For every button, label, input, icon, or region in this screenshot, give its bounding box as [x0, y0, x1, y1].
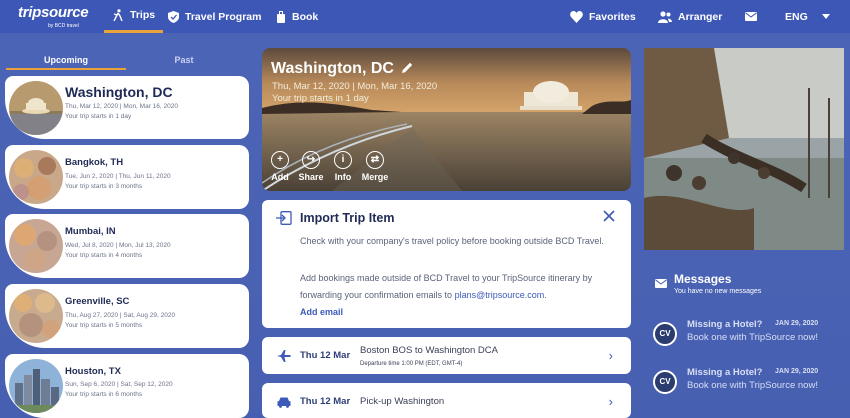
trip-dates: Wed, Jul 8, 2020 | Mon, Jul 13, 2020 [65, 242, 171, 249]
trip-image [9, 150, 63, 204]
message-item[interactable]: CV Missing a Hotel? JAN 29, 2020 Book on… [653, 367, 848, 397]
merge-button[interactable]: ⇄ Merge [357, 151, 393, 182]
chevron-right-icon: › [608, 394, 613, 409]
avatar: CV [653, 322, 677, 346]
trip-card-houston[interactable]: Houston, TX Sun, Sep 6, 2020 | Sat, Sep … [5, 354, 249, 418]
heart-icon [570, 10, 583, 23]
messages-title: Messages [674, 272, 732, 286]
pencil-icon[interactable] [402, 62, 413, 73]
chevron-right-icon: › [608, 348, 613, 363]
message-body: Book one with TripSource now! [687, 380, 818, 391]
trip-card-washington[interactable]: Washington, DC Thu, Mar 12, 2020 | Mon, … [5, 76, 249, 139]
trip-status: Your trip starts in 5 months [65, 322, 143, 329]
nav-favorites[interactable]: Favorites [570, 0, 636, 33]
trip-status: Your trip starts in 3 months [65, 183, 143, 190]
trip-title: Mumbai, IN [65, 226, 116, 237]
merge-icon: ⇄ [366, 151, 384, 169]
nav-travel-program[interactable]: Travel Program [168, 0, 261, 33]
mail-icon [655, 279, 667, 288]
trip-title: Greenville, SC [65, 296, 130, 307]
mail-icon [745, 12, 757, 21]
logo[interactable]: tripsource by BCD travel [18, 4, 89, 29]
import-trip-item-card: Import Trip Item Check with your company… [262, 200, 631, 328]
segment-flight[interactable]: Thu 12 Mar Boston BOS to Washington DCA … [262, 337, 631, 374]
import-instructions: Add bookings made outside of BCD Travel … [300, 273, 593, 300]
trip-image [9, 81, 63, 135]
trip-card-greenville[interactable]: Greenville, SC Thu, Aug 27, 2020 | Sat, … [5, 284, 249, 348]
car-icon [277, 397, 291, 408]
mail-button[interactable] [745, 0, 757, 33]
avatar: CV [653, 370, 677, 394]
import-policy-text: Check with your company's travel policy … [300, 236, 604, 246]
segment-car[interactable]: Thu 12 Mar Pick-up Washington › [262, 383, 631, 418]
trip-image [9, 289, 63, 343]
message-date: JAN 29, 2020 [775, 368, 819, 375]
share-icon: ↪ [302, 151, 320, 169]
trip-title: Houston, TX [65, 366, 121, 377]
tab-past[interactable]: Past [124, 48, 244, 70]
trip-status: Your trip starts in 1 day [65, 113, 132, 120]
trip-hero-card[interactable]: Washington, DC Thu, Mar 12, 2020 | Mon, … [262, 48, 631, 191]
airplane-icon [277, 350, 291, 362]
top-navigation-bar: tripsource by BCD travel Trips Travel Pr… [0, 0, 850, 33]
hero-title: Washington, DC [271, 60, 413, 78]
nav-trips[interactable]: Trips [104, 0, 164, 33]
users-icon [658, 10, 672, 23]
hero-status: Your trip starts in 1 day [272, 93, 369, 104]
message-item[interactable]: CV Missing a Hotel? JAN 29, 2020 Book on… [653, 319, 848, 349]
import-title: Import Trip Item [300, 211, 395, 225]
trip-image [9, 219, 63, 273]
trip-status: Your trip starts in 4 months [65, 252, 143, 259]
message-body: Book one with TripSource now! [687, 332, 818, 343]
segment-date: Thu 12 Mar [300, 350, 351, 361]
trip-dates: Thu, Aug 27, 2020 | Sat, Aug 29, 2020 [65, 312, 176, 319]
messages-subtitle: You have no new messages [674, 288, 762, 295]
nav-arranger[interactable]: Arranger [658, 0, 722, 33]
share-button[interactable]: ↪ Share [293, 151, 329, 182]
nav-book[interactable]: Book [276, 0, 318, 33]
info-button[interactable]: i Info [325, 151, 361, 182]
plus-icon: + [271, 151, 289, 169]
message-date: JAN 29, 2020 [775, 320, 819, 327]
add-email-link[interactable]: Add email [300, 304, 620, 321]
hero-dates: Thu, Mar 12, 2020 | Mon, Mar 16, 2020 [272, 81, 438, 92]
segment-title: Boston BOS to Washington DCA [360, 345, 498, 356]
language-selector[interactable]: ENG [785, 0, 830, 33]
import-icon [276, 211, 292, 225]
trip-image [9, 359, 63, 413]
trip-title: Bangkok, TH [65, 157, 124, 168]
trip-dates: Sun, Sep 6, 2020 | Sat, Sep 12, 2020 [65, 381, 173, 388]
email-link[interactable]: plans@tripsource.com [455, 290, 545, 300]
segment-subtitle: Departure time 1:00 PM (EDT, GMT-4) [360, 361, 463, 367]
message-title: Missing a Hotel? [687, 367, 763, 378]
trip-card-mumbai[interactable]: Mumbai, IN Wed, Jul 8, 2020 | Mon, Jul 1… [5, 214, 249, 278]
trip-status: Your trip starts in 6 months [65, 391, 143, 398]
trip-card-bangkok[interactable]: Bangkok, TH Tue, Jun 2, 2020 | Thu, Jun … [5, 145, 249, 209]
trip-title: Washington, DC [65, 84, 173, 100]
segment-date: Thu 12 Mar [300, 396, 351, 407]
trips-icon [113, 9, 123, 21]
close-icon[interactable] [603, 210, 615, 222]
shield-icon [168, 10, 179, 23]
chevron-down-icon [821, 14, 830, 19]
tab-upcoming[interactable]: Upcoming [6, 48, 126, 70]
trip-dates: Thu, Mar 12, 2020 | Mon, Mar 16, 2020 [65, 103, 178, 110]
segment-title: Pick-up Washington [360, 396, 445, 407]
info-icon: i [334, 151, 352, 169]
destination-photo [644, 48, 844, 250]
message-title: Missing a Hotel? [687, 319, 763, 330]
suitcase-icon [277, 10, 285, 23]
trip-dates: Tue, Jun 2, 2020 | Thu, Jun 11, 2020 [65, 173, 171, 180]
trip-tabs: Upcoming Past [6, 48, 244, 70]
